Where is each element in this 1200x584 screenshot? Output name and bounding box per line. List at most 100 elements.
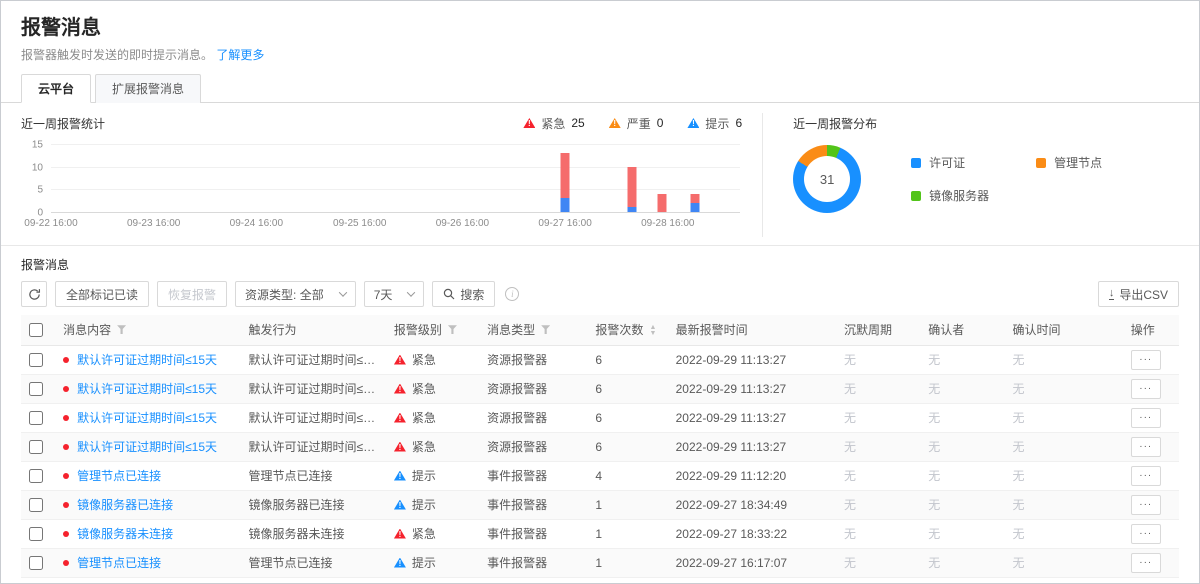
stats-legend-item: !严重0	[609, 115, 664, 132]
message-type-cell: 资源报警器	[479, 432, 587, 461]
row-checkbox[interactable]	[29, 498, 43, 512]
actions-cell: ···	[1123, 519, 1179, 548]
filter-icon[interactable]	[117, 325, 126, 334]
row-actions-button[interactable]: ···	[1131, 437, 1161, 457]
latest-alarm-time-cell: 2022-09-27 18:34:49	[668, 490, 836, 519]
row-actions-button[interactable]: ···	[1131, 379, 1161, 399]
filter-icon[interactable]	[541, 325, 550, 334]
search-button[interactable]: 搜索	[432, 281, 495, 307]
refresh-button[interactable]	[21, 281, 47, 307]
unread-dot-icon	[63, 444, 69, 450]
select-all-checkbox[interactable]	[29, 323, 43, 337]
alarm-content-link[interactable]: 默认许可证过期时间≤15天	[77, 353, 217, 367]
distribution-body: 31 许可证管理节点镜像服务器	[793, 145, 1179, 213]
legend-label: 管理节点	[1054, 154, 1102, 171]
trigger-cell: 默认许可证过期时间≤15天，...	[241, 374, 386, 403]
tab-cloud-platform[interactable]: 云平台	[21, 74, 91, 103]
table-row: 管理节点已连接管理节点已连接!提示事件报警器12022-09-27 16:17:…	[21, 548, 1179, 577]
alarm-content-link[interactable]: 管理节点已连接	[77, 556, 161, 570]
level-badge: !紧急	[394, 520, 471, 548]
row-checkbox[interactable]	[29, 469, 43, 483]
row-actions-button[interactable]: ···	[1131, 495, 1161, 515]
latest-alarm-time-cell: 2022-09-29 11:13:27	[668, 432, 836, 461]
x-tick-label: 09-23 16:00	[127, 218, 180, 229]
latest-alarm-time-cell: 2022-09-29 11:13:27	[668, 374, 836, 403]
table-body: 默认许可证过期时间≤15天默认许可证过期时间≤15天，...!紧急资源报警器62…	[21, 345, 1179, 577]
row-actions-button[interactable]: ···	[1131, 408, 1161, 428]
tab-extended-alarm-messages[interactable]: 扩展报警消息	[95, 74, 201, 103]
row-actions-button[interactable]: ···	[1131, 466, 1161, 486]
bar-segment	[561, 198, 570, 212]
table-column-header: 消息类型	[479, 315, 587, 345]
confirm-time-cell: 无	[1004, 548, 1122, 577]
tab-bar: 云平台 扩展报警消息	[1, 73, 1199, 103]
alarm-content-link[interactable]: 镜像服务器已连接	[77, 498, 173, 512]
info-icon[interactable]: i	[505, 287, 519, 301]
alarm-content-link[interactable]: 默认许可证过期时间≤15天	[77, 440, 217, 454]
silence-period-cell: 无	[836, 374, 920, 403]
column-label: 最新报警时间	[676, 323, 748, 337]
y-tick-label: 10	[32, 162, 43, 173]
warning-triangle-icon: !	[394, 442, 406, 452]
row-actions-button[interactable]: ···	[1131, 350, 1161, 370]
alarm-content-link[interactable]: 默认许可证过期时间≤15天	[77, 382, 217, 396]
silence-period-cell: 无	[836, 519, 920, 548]
time-range-select[interactable]: 7天	[364, 281, 425, 307]
table-row: 管理节点已连接管理节点已连接!提示事件报警器42022-09-29 11:12:…	[21, 461, 1179, 490]
row-checkbox[interactable]	[29, 556, 43, 570]
warning-triangle-icon: !	[394, 529, 406, 539]
refresh-icon	[28, 288, 41, 301]
gridline	[51, 144, 740, 145]
warning-triangle-icon: !	[609, 118, 621, 128]
warning-triangle-icon: !	[394, 471, 406, 481]
time-range-value: 7天	[374, 286, 393, 303]
level-badge: !紧急	[394, 404, 471, 432]
filter-icon[interactable]	[448, 325, 457, 334]
sorter-icon[interactable]: ▲▼	[649, 325, 656, 337]
resource-type-select[interactable]: 资源类型: 全部	[235, 281, 356, 307]
mark-all-read-button[interactable]: 全部标记已读	[55, 281, 149, 307]
confirmer-cell: 无	[920, 345, 1004, 374]
row-checkbox[interactable]	[29, 382, 43, 396]
alarm-content-link[interactable]: 镜像服务器未连接	[77, 527, 173, 541]
trigger-cell: 默认许可证过期时间≤15天，...	[241, 403, 386, 432]
row-checkbox[interactable]	[29, 527, 43, 541]
confirm-time-cell: 无	[1004, 432, 1122, 461]
row-actions-button[interactable]: ···	[1131, 553, 1161, 573]
trigger-cell: 镜像服务器已连接	[241, 490, 386, 519]
table-column-header: 确认者	[920, 315, 1004, 345]
table-column-header: 操作	[1123, 315, 1179, 345]
stats-panel-title: 近一周报警统计	[21, 115, 105, 132]
table-section-title: 报警消息	[21, 256, 1179, 273]
message-content-cell: 管理节点已连接	[55, 548, 240, 577]
column-label: 消息类型	[487, 323, 535, 337]
warning-triangle-icon: !	[394, 413, 406, 423]
alarm-content-link[interactable]: 管理节点已连接	[77, 469, 161, 483]
row-checkbox[interactable]	[29, 411, 43, 425]
y-tick-label: 0	[37, 208, 43, 219]
gridline	[51, 212, 740, 213]
checkbox-cell	[21, 519, 55, 548]
stats-legend-item: !提示6	[687, 115, 742, 132]
silence-period-cell: 无	[836, 461, 920, 490]
learn-more-link[interactable]: 了解更多	[216, 48, 264, 62]
level-cell: !紧急	[386, 403, 479, 432]
legend-label: 许可证	[929, 154, 965, 171]
restore-alarm-button[interactable]: 恢复报警	[157, 281, 227, 307]
table-column-header	[21, 315, 55, 345]
actions-cell: ···	[1123, 461, 1179, 490]
export-csv-button[interactable]: ↓ 导出CSV	[1098, 281, 1179, 307]
message-type-cell: 事件报警器	[479, 519, 587, 548]
row-actions-button[interactable]: ···	[1131, 524, 1161, 544]
row-checkbox[interactable]	[29, 440, 43, 454]
bar-segment	[627, 167, 636, 208]
actions-cell: ···	[1123, 374, 1179, 403]
row-checkbox[interactable]	[29, 353, 43, 367]
table-row: 镜像服务器未连接镜像服务器未连接!紧急事件报警器12022-09-27 18:3…	[21, 519, 1179, 548]
page-title: 报警消息	[21, 15, 1179, 41]
latest-alarm-time-cell: 2022-09-27 16:17:07	[668, 548, 836, 577]
confirm-time-cell: 无	[1004, 403, 1122, 432]
silence-period-cell: 无	[836, 548, 920, 577]
alarm-content-link[interactable]: 默认许可证过期时间≤15天	[77, 411, 217, 425]
legend-color-swatch	[911, 158, 921, 168]
